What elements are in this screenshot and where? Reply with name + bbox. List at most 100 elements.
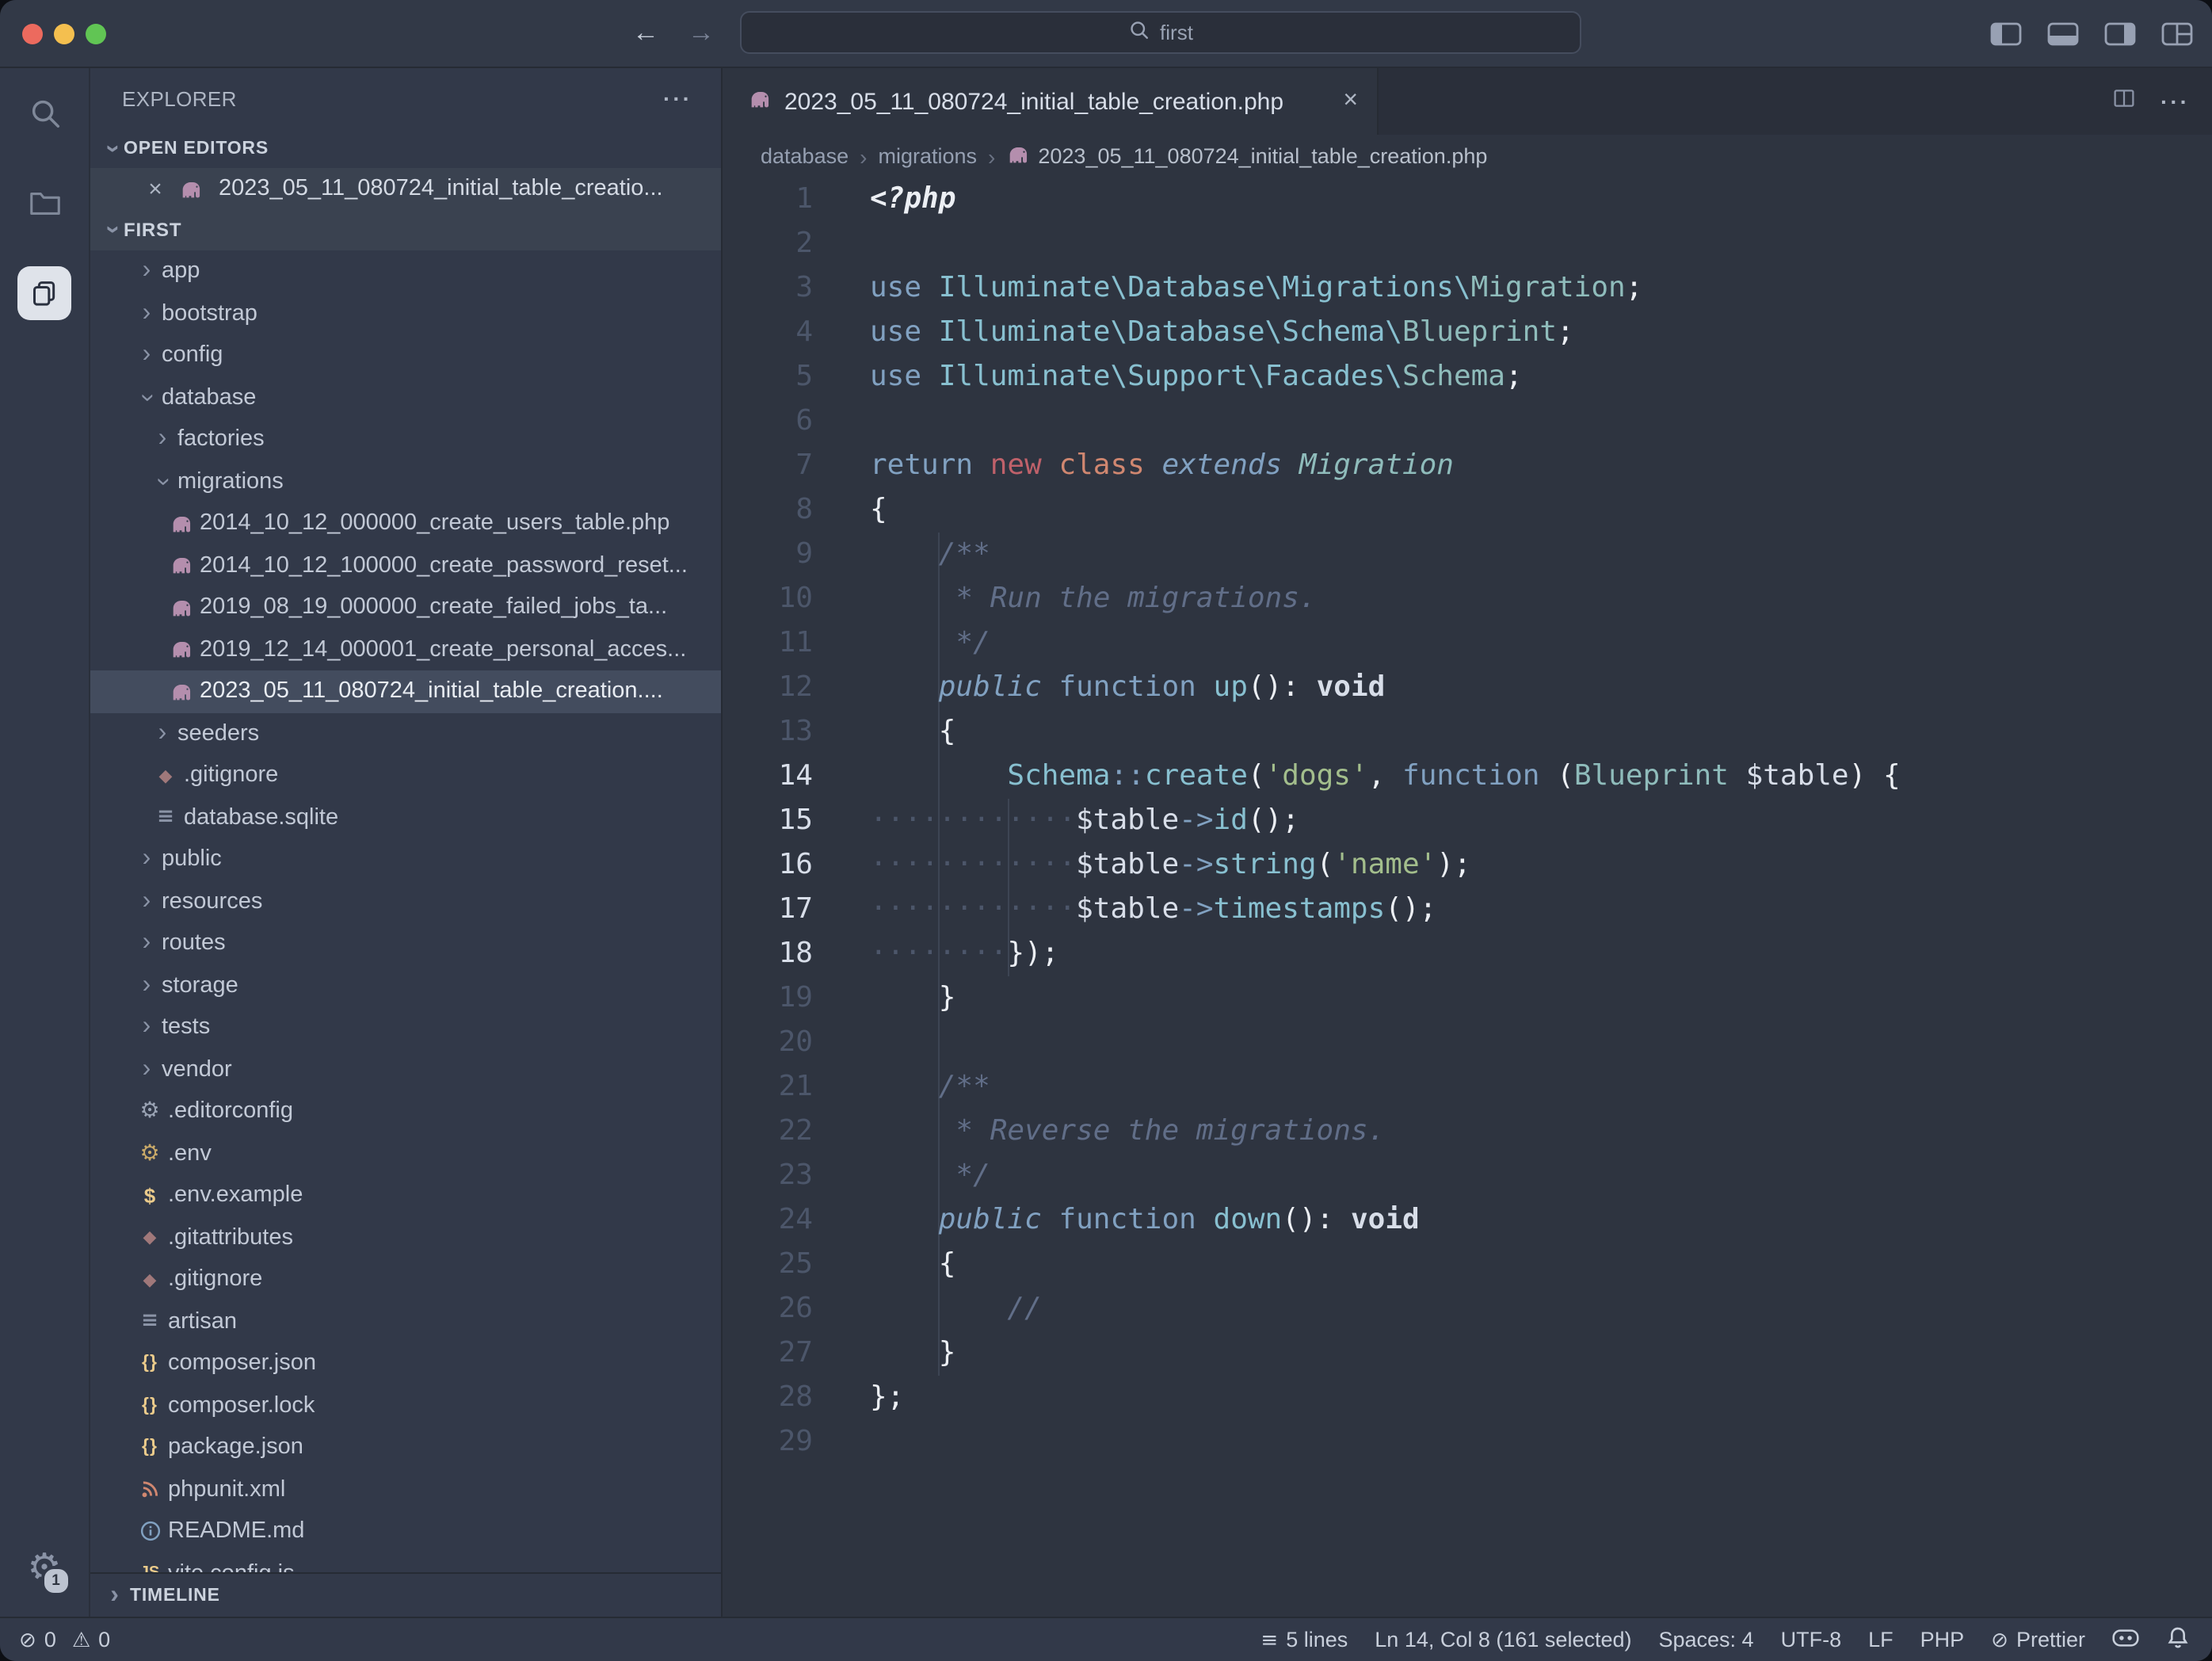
tree-file-README.md[interactable]: README.md — [90, 1510, 721, 1552]
status-language-mode[interactable]: PHP — [1920, 1628, 1965, 1651]
chevron-down-icon: › — [135, 385, 158, 410]
bell-icon — [2166, 1625, 2190, 1654]
tree-file-.editorconfig[interactable]: ⚙.editorconfig — [90, 1090, 721, 1132]
tree-file-composer.lock[interactable]: {}composer.lock — [90, 1384, 721, 1426]
item-label: seeders — [177, 721, 259, 746]
tree-file-2023_05_11_080724_initial_table_creation....[interactable]: 2023_05_11_080724_initial_table_creation… — [90, 670, 721, 712]
tree-file-package.json[interactable]: {}package.json — [90, 1426, 721, 1468]
line-content: { — [813, 488, 2212, 533]
code-line: 9 /** — [723, 533, 2212, 577]
open-editors-header[interactable]: › OPEN EDITORS — [90, 128, 721, 168]
status-lines-count[interactable]: ≡5 lines — [1260, 1628, 1348, 1651]
chevron-right-icon: › — [135, 973, 158, 999]
minimize-window-button[interactable] — [54, 23, 74, 44]
vscode-window: ← → first ⚙ 1 — [0, 0, 2212, 1661]
tree-folder-routes[interactable]: ›routes — [90, 922, 721, 964]
status-problems-warnings[interactable]: ⚠0 — [72, 1628, 110, 1651]
xml-icon — [135, 1480, 165, 1500]
go-back-button[interactable]: ← — [632, 17, 659, 49]
line-number: 14 — [723, 754, 813, 799]
status-cursor-position[interactable]: Ln 14, Col 8 (161 selected) — [1375, 1628, 1631, 1651]
open-editor-item[interactable]: ×2023_05_11_080724_initial_table_creatio… — [90, 168, 721, 209]
line-number: 5 — [723, 355, 813, 399]
tree-folder-migrations[interactable]: ›migrations — [90, 460, 721, 502]
status-copilot[interactable] — [2112, 1627, 2139, 1652]
status-indentation[interactable]: Spaces: 4 — [1659, 1628, 1754, 1651]
timeline-section-header[interactable]: › TIMELINE — [90, 1572, 721, 1617]
item-label: 2019_08_19_000000_create_failed_jobs_ta.… — [200, 595, 667, 620]
chevron-right-icon: › — [135, 889, 158, 915]
toggle-primary-sidebar-button[interactable] — [1990, 21, 2022, 45]
toggle-panel-button[interactable] — [2047, 21, 2079, 45]
close-tab-button[interactable]: × — [1343, 87, 1358, 116]
code-line: 16············$table->string('name'); — [723, 843, 2212, 888]
status-eol[interactable]: LF — [1868, 1628, 1894, 1651]
folder-view-button[interactable] — [26, 179, 63, 227]
dollar-icon: $ — [135, 1184, 165, 1208]
line-content: ············$table->string('name'); — [813, 843, 2212, 888]
code-line: 11 */ — [723, 621, 2212, 666]
split-editor-button[interactable] — [2111, 86, 2135, 116]
project-section-header[interactable]: › FIRST — [90, 209, 721, 250]
tree-file-composer.json[interactable]: {}composer.json — [90, 1342, 721, 1384]
tree-folder-vendor[interactable]: ›vendor — [90, 1048, 721, 1090]
code-line: 14 Schema::create('dogs', function (Blue… — [723, 754, 2212, 799]
status-formatter[interactable]: ⊘Prettier — [1991, 1628, 2085, 1651]
tree-file-.gitignore[interactable]: ◆.gitignore — [90, 754, 721, 796]
tree-file-phpunit.xml[interactable]: phpunit.xml — [90, 1468, 721, 1510]
tree-file-2014_10_12_000000_create_users_table.php[interactable]: 2014_10_12_000000_create_users_table.php — [90, 502, 721, 544]
chevron-right-icon: › — [135, 847, 158, 873]
explorer-more-actions-button[interactable]: ··· — [663, 86, 692, 111]
zoom-window-button[interactable] — [86, 23, 106, 44]
code-line: 27 } — [723, 1331, 2212, 1376]
status-notifications[interactable] — [2166, 1625, 2190, 1654]
code-line: 3use Illuminate\Database\Migrations\Migr… — [723, 266, 2212, 311]
breadcrumb-item[interactable]: 2023_05_11_080724_initial_table_creation… — [1006, 142, 1487, 170]
status-encoding[interactable]: UTF-8 — [1781, 1628, 1842, 1651]
tree-folder-resources[interactable]: ›resources — [90, 880, 721, 922]
line-content: * Reverse the migrations. — [813, 1109, 2212, 1154]
tree-file-.env[interactable]: ⚙.env — [90, 1132, 721, 1174]
breadcrumb-item[interactable]: database — [761, 144, 849, 168]
settings-gear-button[interactable]: ⚙ 1 — [27, 1544, 61, 1591]
tree-folder-factories[interactable]: ›factories — [90, 418, 721, 460]
tree-folder-app[interactable]: ›app — [90, 250, 721, 292]
editor-more-actions-button[interactable]: ··· — [2161, 89, 2190, 114]
tree-folder-config[interactable]: ›config — [90, 334, 721, 376]
status-problems-errors[interactable]: ⊘0 — [19, 1628, 56, 1651]
tree-file-artisan[interactable]: ≡artisan — [90, 1300, 721, 1342]
item-label: .env.example — [168, 1183, 303, 1209]
tree-file-database.sqlite[interactable]: ≡database.sqlite — [90, 796, 721, 838]
close-window-button[interactable] — [22, 23, 43, 44]
command-center-search[interactable]: first — [740, 11, 1581, 54]
toggle-secondary-sidebar-button[interactable] — [2104, 21, 2136, 45]
tree-file-.gitattributes[interactable]: ◆.gitattributes — [90, 1216, 721, 1258]
item-label: tests — [162, 1015, 210, 1041]
breadcrumb-item[interactable]: migrations — [878, 144, 977, 168]
tree-file-.env.example[interactable]: $.env.example — [90, 1174, 721, 1216]
tree-folder-public[interactable]: ›public — [90, 838, 721, 880]
search-view-button[interactable] — [26, 89, 63, 136]
line-number: 1 — [723, 178, 813, 222]
explorer-view-button-active[interactable] — [17, 269, 71, 317]
tree-folder-bootstrap[interactable]: ›bootstrap — [90, 292, 721, 334]
php-icon — [166, 680, 196, 704]
diamond-icon: ◆ — [151, 766, 181, 786]
tree-folder-storage[interactable]: ›storage — [90, 964, 721, 1006]
tree-file-2019_12_14_000001_create_personal_acces...[interactable]: 2019_12_14_000001_create_personal_acces.… — [90, 628, 721, 670]
tree-folder-database[interactable]: ›database — [90, 376, 721, 418]
code-editor[interactable]: 1<?php23use Illuminate\Database\Migratio… — [723, 178, 2212, 1617]
tree-file-2019_08_19_000000_create_failed_jobs_ta...[interactable]: 2019_08_19_000000_create_failed_jobs_ta.… — [90, 586, 721, 628]
tree-folder-tests[interactable]: ›tests — [90, 1006, 721, 1048]
item-label: routes — [162, 931, 226, 957]
go-forward-button[interactable]: → — [688, 17, 715, 49]
php-icon — [166, 596, 196, 620]
close-editor-button[interactable]: × — [144, 175, 166, 202]
line-content: /** — [813, 533, 2212, 577]
tree-file-2014_10_12_100000_create_password_reset...[interactable]: 2014_10_12_100000_create_password_reset.… — [90, 544, 721, 586]
editor-tab-active[interactable]: 2023_05_11_080724_initial_table_creation… — [723, 68, 1379, 135]
customize-layout-button[interactable] — [2161, 21, 2193, 45]
tree-folder-seeders[interactable]: ›seeders — [90, 712, 721, 754]
tree-file-.gitignore[interactable]: ◆.gitignore — [90, 1258, 721, 1300]
code-line: 13 { — [723, 710, 2212, 754]
